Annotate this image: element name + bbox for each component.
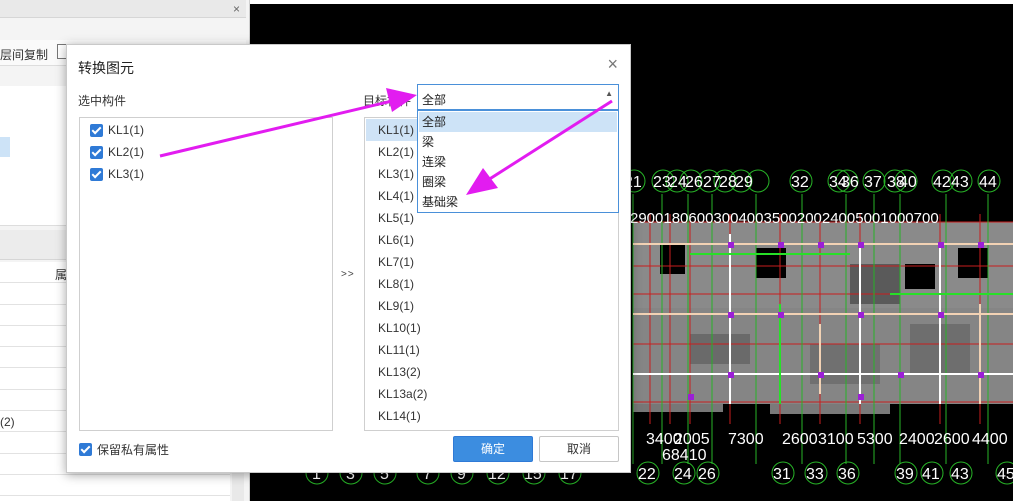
top-dimension-text: 2900180600300400350020024005001000700: [630, 210, 939, 227]
axis-label: 42: [933, 174, 951, 191]
component-type-options: 全部 梁 连梁 圈梁 基础梁: [417, 110, 619, 213]
dropdown-option[interactable]: 连梁: [419, 152, 617, 172]
axis-label: 40: [899, 174, 917, 191]
dimension-label: 2005: [674, 431, 710, 448]
property-row-value: (2): [0, 415, 15, 430]
chevron-down-icon[interactable]: ▲: [605, 89, 613, 98]
axis-label: 33: [806, 466, 824, 483]
keep-private-label: 保留私有属性: [97, 443, 170, 457]
dimension-label: 2600: [934, 431, 970, 448]
list-item[interactable]: KL1(1): [90, 121, 144, 139]
checkbox[interactable]: [90, 167, 103, 181]
dimension-label: 4400: [972, 431, 1008, 448]
dropdown-option[interactable]: 全部: [419, 112, 617, 132]
bottom-dimensions: 3400 2005 7300 2600 3100 5300 2400 2600 …: [646, 431, 1008, 464]
dimension-label: 68410: [662, 447, 707, 464]
left-selected-item[interactable]: [0, 137, 10, 157]
target-components-label: 目标构件: [363, 94, 412, 108]
selected-components-label: 选中构件: [78, 94, 127, 108]
axis-label: 29: [735, 174, 753, 191]
axis-label: 37: [864, 174, 882, 191]
list-item[interactable]: KL9(1): [366, 295, 617, 317]
axis-label: 36: [838, 466, 856, 483]
move-arrow-icon: >>: [341, 269, 355, 280]
checkbox[interactable]: [90, 145, 103, 159]
left-panel-close-icon[interactable]: ×: [233, 2, 240, 16]
axis-label: 26: [685, 174, 703, 191]
table-row[interactable]: [0, 475, 230, 497]
list-item[interactable]: KL14(1): [366, 405, 617, 427]
dimension-label: 5300: [857, 431, 893, 448]
list-item[interactable]: KL11(1): [366, 339, 617, 361]
list-item[interactable]: KL2(1): [90, 143, 144, 161]
list-item[interactable]: KL10(1): [366, 317, 617, 339]
selected-components-list: KL1(1) KL2(1) KL3(1): [79, 117, 333, 431]
component-type-select[interactable]: 全部 ▲: [417, 84, 619, 110]
close-icon[interactable]: ×: [607, 55, 618, 73]
axis-label: 26: [698, 466, 716, 483]
cancel-button[interactable]: 取消: [539, 436, 619, 462]
dropdown-option[interactable]: 梁: [419, 132, 617, 152]
select-value: 全部: [422, 93, 447, 107]
axis-label: 43: [951, 174, 969, 191]
floor-copy-button[interactable]: 层间复制: [0, 46, 48, 63]
axis-label: 44: [979, 174, 997, 191]
axis-label: 45: [997, 466, 1013, 483]
list-item[interactable]: KL8(1): [366, 273, 617, 295]
axis-label: 43: [951, 466, 969, 483]
dropdown-option[interactable]: 基础梁: [419, 192, 617, 212]
checkbox[interactable]: [79, 443, 92, 456]
checkbox[interactable]: [90, 123, 103, 137]
ok-button[interactable]: 确定: [453, 436, 533, 462]
left-panel-titlebar: ×: [0, 0, 246, 18]
dimension-label: 2400: [899, 431, 935, 448]
axis-label: 32: [791, 174, 809, 191]
list-item[interactable]: KL7(1): [366, 251, 617, 273]
axis-label: 41: [922, 466, 940, 483]
list-item-label: KL1(1): [108, 123, 145, 137]
keep-private-attributes[interactable]: 保留私有属性: [79, 441, 169, 458]
axis-label: 36: [841, 174, 859, 191]
dimension-label: 3100: [818, 431, 854, 448]
axis-label: 31: [773, 466, 791, 483]
axis-label: 22: [638, 466, 656, 483]
dimension-label: 7300: [728, 431, 764, 448]
list-item[interactable]: KL3(1): [90, 165, 144, 183]
list-item[interactable]: KL13a(2): [366, 383, 617, 405]
list-item-label: KL3(1): [108, 167, 145, 181]
dimension-label: 2600: [782, 431, 818, 448]
list-item-label: KL2(1): [108, 145, 145, 159]
dropdown-option[interactable]: 圈梁: [419, 172, 617, 192]
top-axis-labels: 21 23 24 26 27 28 29 32 34 36 37 38 40 4…: [624, 174, 997, 191]
list-item[interactable]: KL13(2): [366, 361, 617, 383]
dialog-title: 转换图元: [78, 60, 134, 76]
list-item[interactable]: KL6(1): [366, 229, 617, 251]
axis-label: 39: [896, 466, 914, 483]
axis-label: 24: [674, 466, 692, 483]
